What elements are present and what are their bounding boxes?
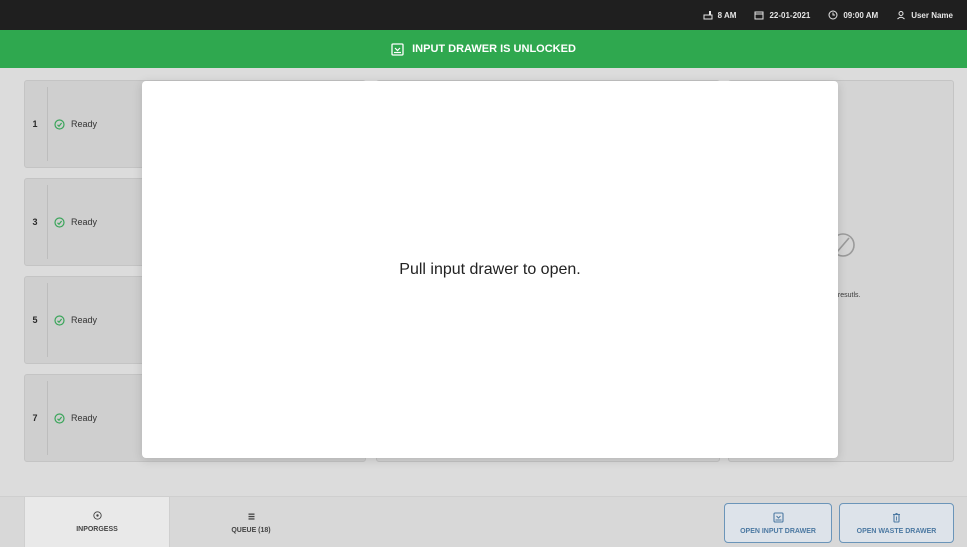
slot-number: 3 <box>32 217 38 227</box>
waste-level-indicator: 8 AM <box>703 10 737 20</box>
slot-number: 7 <box>32 413 38 423</box>
status-bar: 8 AM 22-01-2021 09:00 AM User Name <box>0 0 967 30</box>
user-menu[interactable]: User Name <box>896 10 953 20</box>
slot-divider <box>47 185 48 259</box>
slot-divider <box>47 283 48 357</box>
tab-queue[interactable]: QUEUE (18) <box>178 497 324 547</box>
open-input-drawer-button[interactable]: OPEN INPUT DRAWER <box>724 503 832 543</box>
waste-container-icon <box>703 11 713 20</box>
slot-status: Ready <box>54 314 98 326</box>
drawer-modal: Pull input drawer to open. <box>142 81 838 458</box>
target-icon <box>92 511 102 520</box>
tab-inprogress[interactable]: INPORGESS <box>24 497 170 547</box>
user-name: User Name <box>911 10 953 20</box>
open-waste-drawer-label: OPEN WASTE DRAWER <box>856 527 937 535</box>
input-drawer-icon <box>772 511 784 523</box>
user-icon <box>897 11 906 20</box>
slot-status: Ready <box>54 118 98 130</box>
tab-queue-label: QUEUE (18) <box>231 526 271 534</box>
slot-number: 5 <box>32 315 38 325</box>
input-drawer-icon <box>391 42 404 56</box>
slot-status-text: Ready <box>71 315 98 325</box>
calendar-icon <box>754 11 764 20</box>
slot-status-text: Ready <box>71 217 98 227</box>
list-icon <box>248 513 254 520</box>
banner-text: INPUT DRAWER IS UNLOCKED <box>412 43 576 55</box>
slot-divider <box>47 87 48 161</box>
check-circle-icon <box>54 216 65 228</box>
drawer-unlocked-banner: INPUT DRAWER IS UNLOCKED <box>0 30 967 68</box>
slot-status-text: Ready <box>71 119 98 129</box>
waste-level-text: 8 AM <box>717 10 737 20</box>
slot-status-text: Ready <box>71 413 98 423</box>
date-display: 22-01-2021 <box>754 10 810 20</box>
slot-number: 1 <box>32 119 38 129</box>
open-waste-drawer-button[interactable]: OPEN WASTE DRAWER <box>839 503 954 543</box>
slot-status: Ready <box>54 412 98 424</box>
check-circle-icon <box>54 118 65 130</box>
bottom-bar: INPORGESS QUEUE (18) OPEN INPUT DRAWER O… <box>0 496 967 547</box>
waste-bin-icon <box>893 512 900 523</box>
time-display: 09:00 AM <box>828 10 878 20</box>
slot-status: Ready <box>54 216 98 228</box>
check-circle-icon <box>54 412 65 424</box>
date-text: 22-01-2021 <box>769 10 811 20</box>
tab-inprogress-label: INPORGESS <box>76 526 118 533</box>
modal-message: Pull input drawer to open. <box>399 260 581 278</box>
slot-divider <box>47 381 48 455</box>
time-text: 09:00 AM <box>843 10 879 20</box>
open-input-drawer-label: OPEN INPUT DRAWER <box>740 527 816 535</box>
check-circle-icon <box>54 314 65 326</box>
clock-icon <box>828 10 838 20</box>
